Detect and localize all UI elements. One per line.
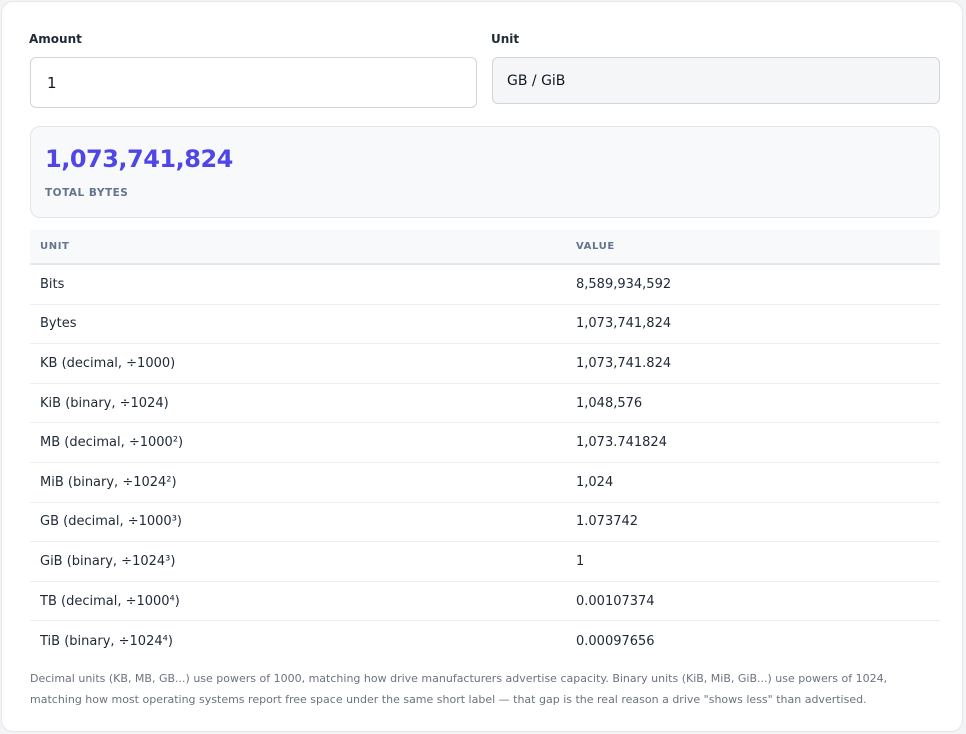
- table-row: MiB (binary, ÷1024²) 1,024: [30, 463, 940, 503]
- table-row: KB (decimal, ÷1000) 1,073,741.824: [30, 344, 940, 384]
- row-value: 0.00107374: [576, 593, 655, 609]
- table-row: MB (decimal, ÷1000²) 1,073.741824: [30, 423, 940, 463]
- row-value: 1,048,576: [576, 395, 643, 411]
- row-value: 1: [576, 553, 585, 569]
- total-bytes-caption: TOTAL BYTES: [45, 187, 129, 199]
- row-value: 8,589,934,592: [576, 276, 672, 292]
- amount-input[interactable]: [30, 57, 477, 108]
- row-unit: Bits: [40, 276, 65, 292]
- table-row: GB (decimal, ÷1000³) 1.073742: [30, 503, 940, 543]
- conversion-table: UNIT VALUE Bits 8,589,934,592 Bytes 1,07…: [30, 230, 940, 661]
- table-row: Bits 8,589,934,592: [30, 265, 940, 305]
- row-unit: MB (decimal, ÷1000²): [40, 435, 184, 451]
- row-value: 1,073.741824: [576, 435, 667, 451]
- row-unit: GiB (binary, ÷1024³): [40, 553, 176, 569]
- table-row: TB (decimal, ÷1000⁴) 0.00107374: [30, 582, 940, 622]
- row-unit: Bytes: [40, 316, 77, 332]
- total-bytes-value: 1,073,741,824: [45, 145, 233, 173]
- row-value: 1.073742: [576, 514, 639, 530]
- table-row: TiB (binary, ÷1024⁴) 0.00097656: [30, 621, 940, 661]
- header-unit: UNIT: [40, 241, 70, 252]
- units-footnote: Decimal units (KB, MB, GB...) use powers…: [30, 672, 888, 706]
- header-value: VALUE: [576, 241, 615, 252]
- unit-label: Unit: [491, 32, 520, 46]
- amount-label: Amount: [29, 32, 82, 46]
- row-value: 0.00097656: [576, 633, 655, 649]
- table-row: GiB (binary, ÷1024³) 1: [30, 542, 940, 582]
- converter-card: Amount Unit GB / GiB 1,073,741,824 TOTAL…: [1, 1, 963, 732]
- row-unit: TB (decimal, ÷1000⁴): [40, 593, 180, 609]
- result-panel: 1,073,741,824 TOTAL BYTES: [30, 126, 940, 218]
- table-row: Bytes 1,073,741,824: [30, 305, 940, 345]
- row-value: 1,073,741.824: [576, 355, 672, 371]
- table-row: KiB (binary, ÷1024) 1,048,576: [30, 384, 940, 424]
- row-unit: KB (decimal, ÷1000): [40, 355, 176, 371]
- unit-select-value: GB / GiB: [507, 72, 566, 89]
- unit-select[interactable]: GB / GiB: [492, 57, 940, 104]
- row-value: 1,073,741,824: [576, 316, 672, 332]
- row-unit: GB (decimal, ÷1000³): [40, 514, 182, 530]
- row-unit: KiB (binary, ÷1024): [40, 395, 169, 411]
- table-header: UNIT VALUE: [30, 230, 940, 265]
- row-unit: MiB (binary, ÷1024²): [40, 474, 177, 490]
- row-value: 1,024: [576, 474, 614, 490]
- row-unit: TiB (binary, ÷1024⁴): [40, 633, 173, 649]
